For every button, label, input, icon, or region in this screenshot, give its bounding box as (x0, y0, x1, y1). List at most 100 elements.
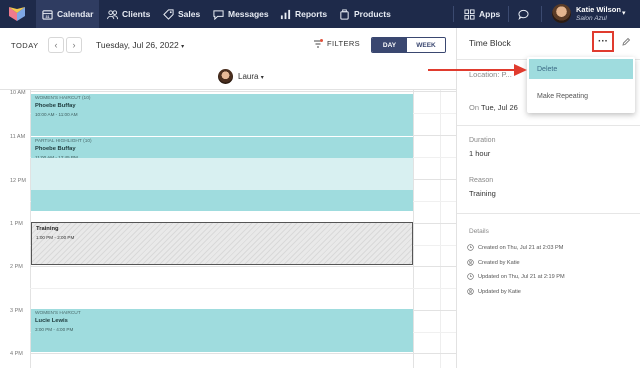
clock-icon (467, 273, 474, 280)
nav-clients[interactable]: Clients (101, 0, 156, 28)
nav-sales-label: Sales (178, 9, 201, 19)
appointment-service: PARTIAL HIGHLIGHT (10) (35, 139, 92, 144)
details-label: Details (469, 228, 489, 235)
column-divider (440, 90, 441, 368)
next-day-button[interactable]: › (66, 37, 82, 53)
appointment-service: WOMEN'S HAIRCUT (10) (35, 96, 91, 101)
appointment-client: Lucie Lewis (35, 318, 68, 324)
nav-clients-label: Clients (122, 9, 151, 19)
nav-messages-label: Messages (228, 9, 269, 19)
appointment-service: WOMEN'S HAIRCUT (35, 311, 81, 316)
nav-products-label: Products (354, 9, 391, 19)
time-label: 4 PM (10, 351, 23, 357)
chevron-down-icon[interactable]: ▾ (622, 9, 626, 17)
appointment-card[interactable]: WOMEN'S HAIRCUT Lucie Lewis 3:00 PM - 4:… (31, 309, 413, 352)
detail-created-on: Created on Thu, Jul 21 at 2:03 PM (467, 244, 563, 251)
messages-icon (213, 9, 224, 20)
hour-line (30, 266, 456, 267)
staff-avatar (218, 69, 233, 84)
view-toggle: DAY WEEK (371, 37, 446, 53)
nav-reports[interactable]: Reports (274, 0, 333, 28)
appointment-time: 10:00 AM - 11:00 AM (35, 112, 78, 117)
ellipsis-icon: ··· (598, 36, 608, 47)
today-button[interactable]: TODAY (11, 41, 39, 50)
nav-calendar[interactable]: 31 Calendar (36, 0, 100, 28)
pencil-edit-icon[interactable] (621, 37, 631, 47)
chevron-right-icon: › (72, 40, 76, 50)
appointment-client: Phoebe Buffay (35, 146, 76, 152)
column-divider (413, 90, 414, 368)
detail-created-by: Created by Katie (467, 259, 520, 266)
previous-day-button[interactable]: ‹ (48, 37, 64, 53)
time-block-training[interactable]: Training 1:00 PM - 2:00 PM (31, 222, 413, 265)
app-logo-icon[interactable] (8, 5, 26, 22)
hour-line (30, 91, 456, 92)
detail-updated-by: Updated by Katie (467, 288, 521, 295)
user-circle-icon (467, 288, 474, 295)
day-calendar-grid[interactable]: 10 AM 11 AM 12 PM 1 PM 2 PM 3 PM 4 PM WO… (0, 90, 456, 368)
current-date: Tuesday, Jul 26, 2022 (96, 40, 179, 50)
week-view-button[interactable]: WEEK (407, 38, 445, 52)
divider (457, 125, 640, 126)
more-options-menu: Delete Make Repeating (527, 57, 635, 113)
nav-sales[interactable]: Sales (157, 0, 206, 28)
half-hour-line (30, 288, 456, 289)
menu-item-delete[interactable]: Delete (529, 59, 633, 79)
staff-name: Laura (238, 72, 259, 81)
appointment-client: Phoebe Buffay (35, 103, 76, 109)
nav-apps[interactable]: Apps (458, 0, 506, 28)
appointment-time: 3:00 PM - 4:00 PM (35, 327, 74, 332)
panel-title: Time Block (469, 38, 511, 48)
time-label: 11 AM (10, 134, 26, 140)
appointment-card[interactable]: WOMEN'S HAIRCUT (10) Phoebe Buffay 10:00… (31, 94, 413, 136)
hour-line (30, 353, 456, 354)
staff-selector[interactable]: Laura ▾ (238, 72, 264, 81)
annotation-arrow-icon (428, 64, 527, 76)
filter-icon (314, 39, 323, 48)
time-label: 10 AM (10, 90, 26, 96)
time-label: 1 PM (10, 221, 23, 227)
nav-divider (541, 6, 542, 22)
more-options-button[interactable]: ··· (592, 31, 614, 52)
sales-tag-icon (163, 8, 174, 20)
products-icon (340, 8, 349, 20)
user-avatar[interactable] (552, 4, 571, 23)
svg-text:31: 31 (45, 15, 49, 19)
chevron-left-icon: ‹ (54, 40, 58, 50)
time-label: 3 PM (10, 308, 23, 314)
reason-value: Training (469, 189, 496, 198)
filters-button[interactable]: FILTERS (313, 39, 360, 48)
user-name[interactable]: Katie Wilson (576, 5, 621, 14)
date-picker[interactable]: Tuesday, Jul 26, 2022 ▾ (96, 40, 184, 50)
nav-products[interactable]: Products (333, 0, 397, 28)
duration-label: Duration (469, 137, 496, 144)
duration-value: 1 hour (469, 149, 491, 158)
filters-label: FILTERS (327, 39, 361, 48)
nav-divider (453, 6, 454, 22)
reason-label: Reason (469, 177, 494, 184)
apps-grid-icon (464, 8, 475, 20)
nav-calendar-label: Calendar (57, 9, 94, 19)
nav-messages[interactable]: Messages (207, 0, 275, 28)
time-label: 12 PM (10, 178, 26, 184)
top-navigation-bar: 31 Calendar Clients Sales Messages Repor… (0, 0, 640, 28)
date-row: On Tue, Jul 26 (469, 103, 518, 112)
menu-item-make-repeating[interactable]: Make Repeating (529, 86, 633, 106)
day-view-button[interactable]: DAY (372, 38, 407, 52)
reports-icon (280, 9, 291, 19)
calendar-toolbar: TODAY ‹ › Tuesday, Jul 26, 2022 ▾ FILTER… (0, 28, 456, 62)
calendar-icon: 31 (42, 9, 53, 20)
appointment-card[interactable]: PARTIAL HIGHLIGHT (10) Phoebe Buffay 11:… (31, 137, 413, 160)
appointment-buffer[interactable] (31, 158, 413, 190)
staff-header: Laura ▾ (0, 62, 456, 90)
nav-apps-label: Apps (479, 9, 501, 19)
user-location: Salon Azul (576, 15, 607, 22)
appointment-card-continued[interactable] (31, 190, 413, 211)
chat-button[interactable] (512, 0, 535, 28)
time-block-title: Training (36, 226, 59, 232)
caret-down-icon: ▾ (260, 75, 264, 81)
clients-icon (107, 9, 118, 19)
nav-reports-label: Reports (295, 9, 328, 19)
user-circle-icon (467, 259, 474, 266)
divider (457, 213, 640, 214)
